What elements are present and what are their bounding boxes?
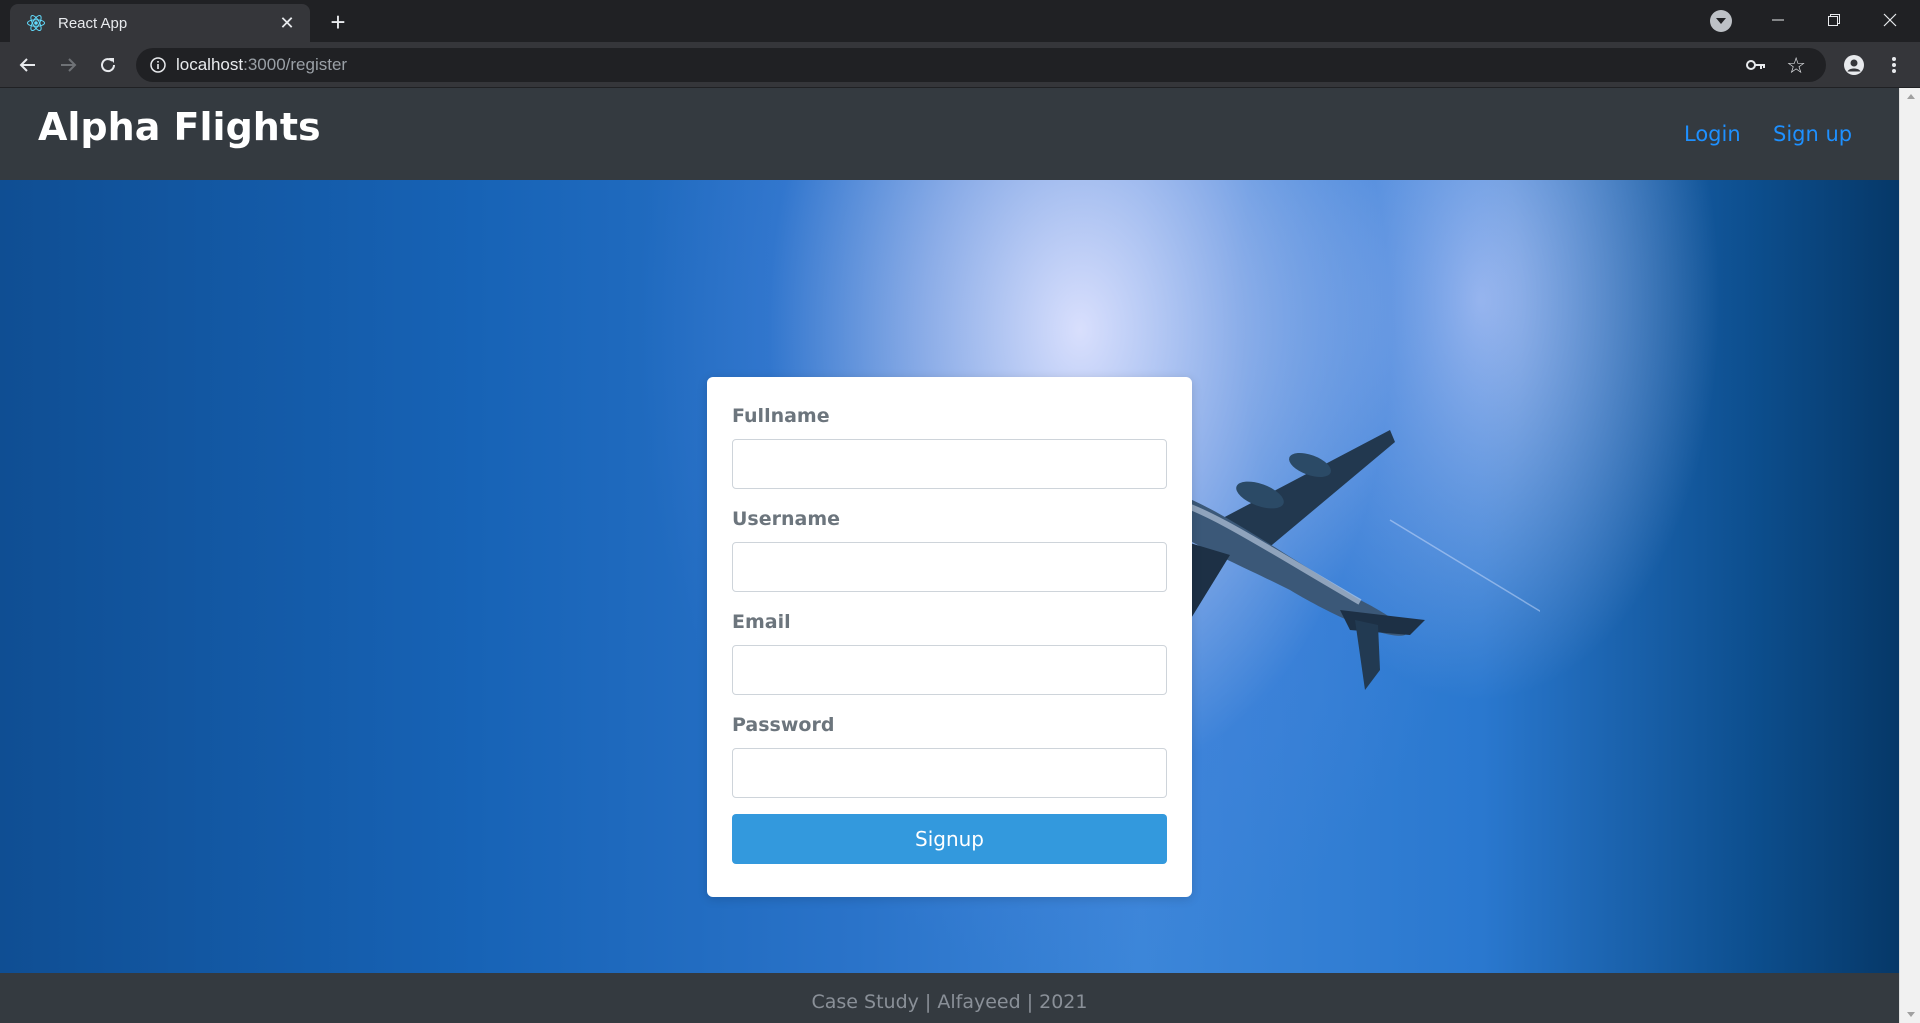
page-scrollbar[interactable] [1899,88,1920,1023]
browser-toolbar: localhost:3000/register ☆ [0,42,1920,88]
url-host: localhost [176,55,244,74]
scroll-up-arrow-icon[interactable] [1900,88,1920,105]
tab-title: React App [58,14,128,32]
back-arrow-icon[interactable] [14,51,42,79]
email-input[interactable] [732,645,1167,695]
signup-form: Fullname Username Email Password Signup [707,377,1192,897]
site-footer: Case Study | Alfayeed | 2021 [0,973,1899,1023]
brand-logo[interactable]: Alpha Flights [38,105,321,149]
kebab-menu-icon[interactable] [1880,51,1908,79]
fullname-label: Fullname [732,405,830,427]
star-icon[interactable]: ☆ [1786,53,1806,79]
account-icon[interactable] [1840,51,1868,79]
url-path: :3000/register [243,55,348,74]
username-label: Username [732,508,841,530]
site-info-icon[interactable] [150,57,166,73]
password-input[interactable] [732,748,1167,798]
nav-link-signup[interactable]: Sign up [1773,122,1852,146]
username-input[interactable] [732,542,1167,592]
page-viewport: Alpha Flights Login Sign up Fullname Use… [0,88,1899,1023]
close-tab-icon[interactable]: ✕ [276,12,298,34]
minimize-icon[interactable] [1750,0,1806,40]
fullname-input[interactable] [732,439,1167,489]
email-label: Email [732,611,791,633]
password-label: Password [732,714,835,736]
tab-search-icon[interactable] [1710,10,1732,32]
close-window-icon[interactable] [1862,0,1918,40]
nav-link-login[interactable]: Login [1684,122,1741,146]
restore-icon[interactable] [1806,0,1862,40]
hero-background: Fullname Username Email Password Signup [0,180,1899,973]
signup-button[interactable]: Signup [732,814,1167,864]
scroll-down-arrow-icon[interactable] [1900,1006,1920,1023]
forward-arrow-icon[interactable] [54,51,82,79]
browser-tab-strip: React App ✕ + [0,0,1920,42]
address-bar[interactable]: localhost:3000/register ☆ [136,48,1826,82]
site-navbar: Alpha Flights Login Sign up [0,88,1899,180]
airplane-image [1160,430,1540,690]
reload-icon[interactable] [94,51,122,79]
browser-tab[interactable]: React App ✕ [10,4,310,42]
key-icon[interactable] [1746,56,1766,74]
new-tab-button[interactable]: + [324,9,352,37]
react-logo-icon [26,13,46,33]
